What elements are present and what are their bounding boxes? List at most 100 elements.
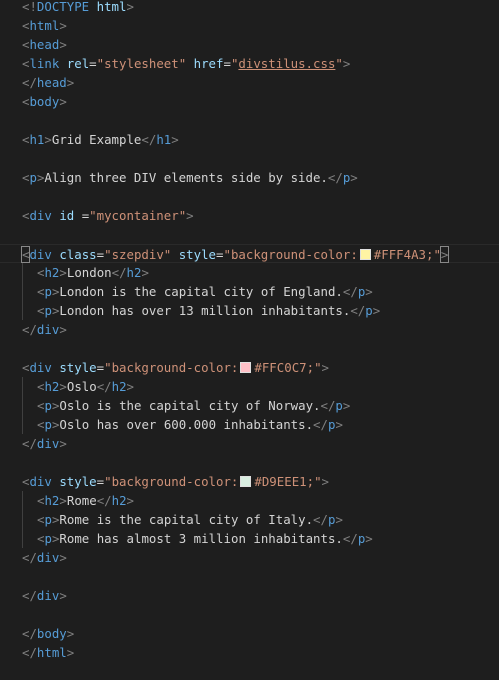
code-token-tag: div bbox=[36, 550, 60, 565]
code-token-tag: p bbox=[44, 398, 52, 413]
code-line[interactable]: <link rel="stylesheet" href="divstilus.c… bbox=[0, 54, 499, 73]
code-token-tag: h2 bbox=[44, 265, 60, 280]
code-token-punct: > bbox=[126, 379, 135, 394]
code-line[interactable]: <p>Oslo is the capital city of Norway.</… bbox=[0, 396, 499, 415]
code-token-tag: div bbox=[29, 360, 52, 375]
code-line[interactable] bbox=[0, 225, 499, 244]
code-token-attr: href bbox=[193, 56, 224, 71]
color-swatch-icon[interactable] bbox=[240, 476, 252, 487]
code-line[interactable] bbox=[0, 453, 499, 472]
code-token-attr: rel bbox=[66, 56, 90, 71]
code-line[interactable]: <body> bbox=[0, 92, 499, 111]
code-token-text: = bbox=[96, 474, 105, 489]
code-line[interactable]: <p>London has over 13 million inhabitant… bbox=[0, 301, 499, 320]
code-line-text: <div style="background-color: #FFC0C7;"> bbox=[22, 358, 329, 377]
code-line[interactable]: </div> bbox=[0, 434, 499, 453]
code-token-punct: > bbox=[335, 512, 343, 527]
code-line-text: <html> bbox=[22, 16, 67, 35]
code-token-tag: h2 bbox=[111, 493, 127, 508]
code-token-str: #FFC0C7;" bbox=[254, 360, 322, 375]
code-token-tag: p bbox=[44, 417, 52, 432]
code-line[interactable] bbox=[0, 111, 499, 130]
code-token-punct: > bbox=[59, 265, 67, 280]
code-line[interactable]: <p>Oslo has over 600.000 inhabitants.</p… bbox=[0, 415, 499, 434]
code-line[interactable]: <h2>London</h2> bbox=[0, 263, 499, 282]
code-token-tag: p bbox=[44, 284, 52, 299]
code-token-attr: style bbox=[59, 474, 97, 489]
code-token-punct: </ bbox=[22, 626, 37, 641]
code-token-tag: link bbox=[29, 56, 60, 71]
code-line[interactable]: <p>Rome has almost 3 million inhabitants… bbox=[0, 529, 499, 548]
code-line[interactable]: <html> bbox=[0, 16, 499, 35]
code-line-text: <head> bbox=[22, 35, 67, 54]
code-token-tag: h2 bbox=[126, 265, 142, 280]
code-token-punct: </ bbox=[342, 284, 358, 299]
code-line[interactable] bbox=[0, 149, 499, 168]
color-swatch-icon[interactable] bbox=[359, 249, 371, 260]
code-token-str: #FFF4A3;" bbox=[373, 247, 441, 262]
code-token-punct: > bbox=[372, 303, 381, 318]
code-token-punct: > bbox=[171, 132, 179, 147]
code-line[interactable]: </div> bbox=[0, 320, 499, 339]
code-line[interactable]: </div> bbox=[0, 586, 499, 605]
code-token-punct: > bbox=[342, 56, 351, 71]
code-line-text: <div class="szepdiv" style="background-c… bbox=[20, 245, 450, 264]
code-line[interactable]: <p>Align three DIV elements side by side… bbox=[0, 168, 499, 187]
code-token-punct: > bbox=[59, 436, 67, 451]
code-line[interactable]: </html> bbox=[0, 643, 499, 662]
code-token-punct: </ bbox=[111, 265, 127, 280]
code-line[interactable]: <div class="szepdiv" style="background-c… bbox=[0, 244, 499, 263]
code-line-text: <div style="background-color: #D9EEE1;"> bbox=[22, 472, 329, 491]
code-line[interactable]: </body> bbox=[0, 624, 499, 643]
code-token-punct: </ bbox=[22, 588, 37, 603]
code-token-punct: > bbox=[126, 493, 135, 508]
code-token-punct: > bbox=[141, 265, 149, 280]
color-swatch-icon[interactable] bbox=[240, 362, 252, 373]
code-line[interactable]: <div style="background-color: #FFC0C7;"> bbox=[0, 358, 499, 377]
code-token-tag: div bbox=[36, 322, 60, 337]
code-token-text: Rome has almost 3 million inhabitants. bbox=[59, 531, 343, 546]
code-token-tag: p bbox=[44, 531, 52, 546]
indent-guide bbox=[22, 282, 23, 301]
code-line-text: <p>Oslo is the capital city of Norway.</… bbox=[37, 396, 350, 415]
code-token-tag: body bbox=[29, 94, 60, 109]
code-line[interactable]: <!DOCTYPE html> bbox=[0, 0, 499, 16]
code-line[interactable]: <div style="background-color: #D9EEE1;"> bbox=[0, 472, 499, 491]
code-token-text: = bbox=[216, 247, 224, 262]
code-token-text: = bbox=[89, 56, 97, 71]
code-token-tag: body bbox=[36, 626, 67, 641]
code-line[interactable]: <head> bbox=[0, 35, 499, 54]
code-token-text: Align three DIV elements side by side. bbox=[44, 170, 328, 185]
code-token-tag: html bbox=[29, 18, 60, 33]
code-line-text: <p>Rome is the capital city of Italy.</p… bbox=[37, 510, 343, 529]
code-line[interactable]: </div> bbox=[0, 548, 499, 567]
code-line[interactable] bbox=[0, 187, 499, 206]
code-line[interactable] bbox=[0, 605, 499, 624]
code-token-punct: > bbox=[321, 360, 329, 375]
code-line-text: <body> bbox=[22, 92, 67, 111]
code-line[interactable] bbox=[0, 567, 499, 586]
code-token-tag: html bbox=[36, 645, 67, 660]
code-line[interactable]: <h2>Rome</h2> bbox=[0, 491, 499, 510]
code-line[interactable]: <h1>Grid Example</h1> bbox=[0, 130, 499, 149]
code-line[interactable]: <p>Rome is the capital city of Italy.</p… bbox=[0, 510, 499, 529]
code-line[interactable]: <p>London is the capital city of England… bbox=[0, 282, 499, 301]
code-line-text: </head> bbox=[22, 73, 74, 92]
indent-guide bbox=[22, 263, 23, 282]
code-token-text: = bbox=[96, 360, 105, 375]
code-line[interactable] bbox=[0, 339, 499, 358]
code-token-punct: </ bbox=[22, 322, 37, 337]
code-line-text: </div> bbox=[22, 586, 67, 605]
code-token-tag: head bbox=[29, 37, 60, 52]
code-line-text: <p>London is the capital city of England… bbox=[37, 282, 373, 301]
code-token-text: Rome bbox=[66, 493, 97, 508]
code-token-tag: p bbox=[44, 512, 52, 527]
code-token-punct: </ bbox=[22, 645, 37, 660]
code-line[interactable]: <div id ="mycontainer"> bbox=[0, 206, 499, 225]
code-token-str: "background-color: bbox=[223, 247, 358, 262]
code-token-punct: > bbox=[66, 645, 75, 660]
code-line[interactable]: <h2>Oslo</h2> bbox=[0, 377, 499, 396]
code-line[interactable]: </head> bbox=[0, 73, 499, 92]
code-token-punct: > bbox=[59, 37, 67, 52]
code-editor[interactable]: <!DOCTYPE html> <html> <head> <link rel="st… bbox=[0, 0, 499, 680]
